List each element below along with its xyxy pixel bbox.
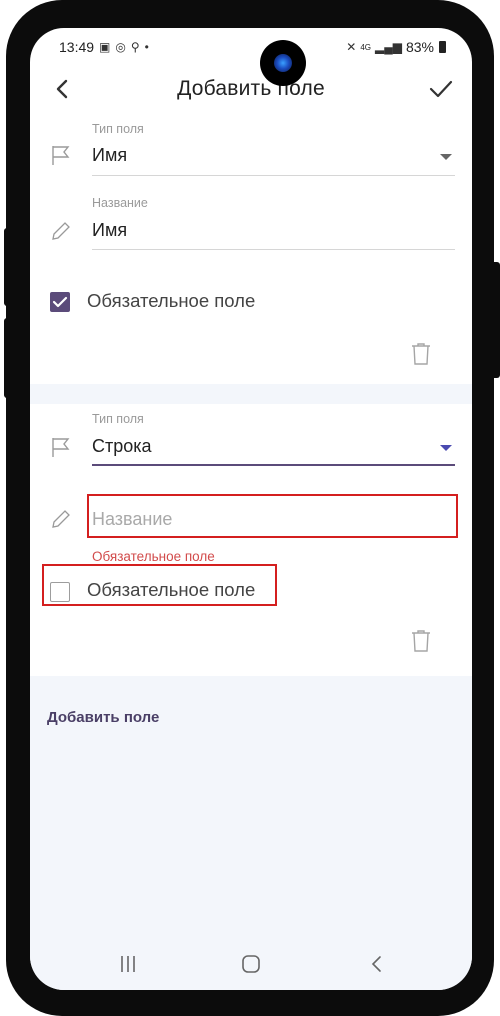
search-icon: ⚲ [130,40,140,54]
pencil-icon [52,510,70,528]
field-card-1: Тип поля Имя Название Имя Обязательное п… [30,112,472,384]
trash-icon[interactable] [410,629,432,653]
page-title: Добавить поле [177,77,325,100]
status-right: ✕ 4G ▂▄▆ 83% [346,39,446,55]
chevron-down-icon[interactable] [440,445,452,451]
required-label[interactable]: Обязательное поле [87,290,255,312]
name-label: Название [92,196,148,210]
signal-icon: ▂▄▆ [375,40,402,54]
status-bar: 13:49 ▣ ◎ ⚲ • ✕ 4G ▂▄▆ 83% [30,28,472,66]
flag-icon [52,438,70,457]
status-time: 13:49 [59,39,95,55]
home-icon[interactable] [238,952,264,976]
pencil-icon [52,222,70,240]
trash-icon[interactable] [410,342,432,366]
volume-up-button [4,228,14,306]
required-checkbox[interactable] [50,292,70,312]
type-label: Тип поля [92,122,144,136]
gallery-icon: ▣ [99,40,111,54]
app-bar: Добавить поле [30,66,472,112]
name-underline [92,249,455,250]
recent-apps-icon[interactable] [115,952,141,976]
battery-icon [439,41,446,53]
front-camera [260,40,306,86]
status-left: 13:49 ▣ ◎ ⚲ • [59,39,149,55]
flag-icon [52,146,70,165]
type-label: Тип поля [92,412,144,426]
name-input-highlight [87,494,458,538]
form-content: Тип поля Имя Название Имя Обязательное п… [30,112,472,938]
type-select[interactable]: Имя [92,145,127,166]
add-field-button[interactable]: Добавить поле [47,709,159,726]
system-nav-bar [30,938,472,990]
name-input[interactable]: Имя [92,220,127,241]
phone-screen: 13:49 ▣ ◎ ⚲ • ✕ 4G ▂▄▆ 83% Добавить поле [30,28,472,990]
type-underline [92,175,455,176]
battery-percent: 83% [405,39,434,55]
power-button [490,262,500,378]
field-card-2: Тип поля Строка Название Обязательное по… [30,404,472,676]
back-nav-icon[interactable] [364,952,390,976]
check-icon[interactable] [426,74,456,104]
volume-down-button [4,318,14,398]
checkmark-icon [52,296,68,308]
mute-icon: ✕ [346,40,357,54]
type-select[interactable]: Строка [92,436,152,457]
required-checkbox-highlight [42,564,277,606]
network-type: 4G [360,42,371,52]
name-error-text: Обязательное поле [92,549,215,564]
chevron-down-icon[interactable] [440,154,452,160]
type-underline-active [92,464,455,466]
back-icon[interactable] [48,74,78,104]
instagram-icon: ◎ [115,40,126,54]
dot-icon: • [144,40,149,54]
